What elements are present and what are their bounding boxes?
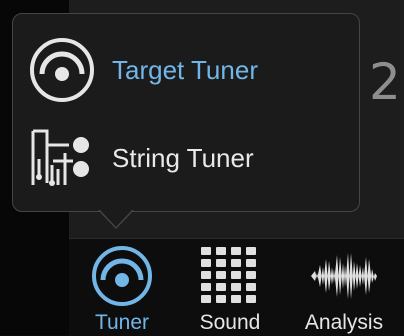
tab-sound[interactable]: Sound [190, 239, 270, 336]
tuner-icon [87, 245, 157, 307]
bottom-tab-bar: Tuner Sound Analysis [69, 238, 404, 336]
waveform-icon [309, 245, 379, 307]
target-tuner-icon [29, 37, 95, 103]
menu-item-label: String Tuner [112, 142, 254, 173]
tuner-mode-popup: Target Tuner String Tuner [12, 13, 360, 212]
keypad-grid-icon [195, 245, 265, 307]
tab-label: Sound [199, 311, 261, 334]
tab-label: Analysis [304, 311, 384, 334]
menu-item-target-tuner[interactable]: Target Tuner [13, 26, 361, 114]
string-tuner-icon [29, 125, 95, 191]
tab-analysis[interactable]: Analysis [289, 239, 399, 336]
reading-digit: 2 [369, 53, 401, 111]
popup-pointer-fill [100, 210, 132, 227]
tab-label: Tuner [94, 311, 150, 334]
tab-tuner[interactable]: Tuner [82, 239, 162, 336]
menu-item-string-tuner[interactable]: String Tuner [13, 114, 361, 202]
menu-item-label: Target Tuner [112, 54, 258, 85]
